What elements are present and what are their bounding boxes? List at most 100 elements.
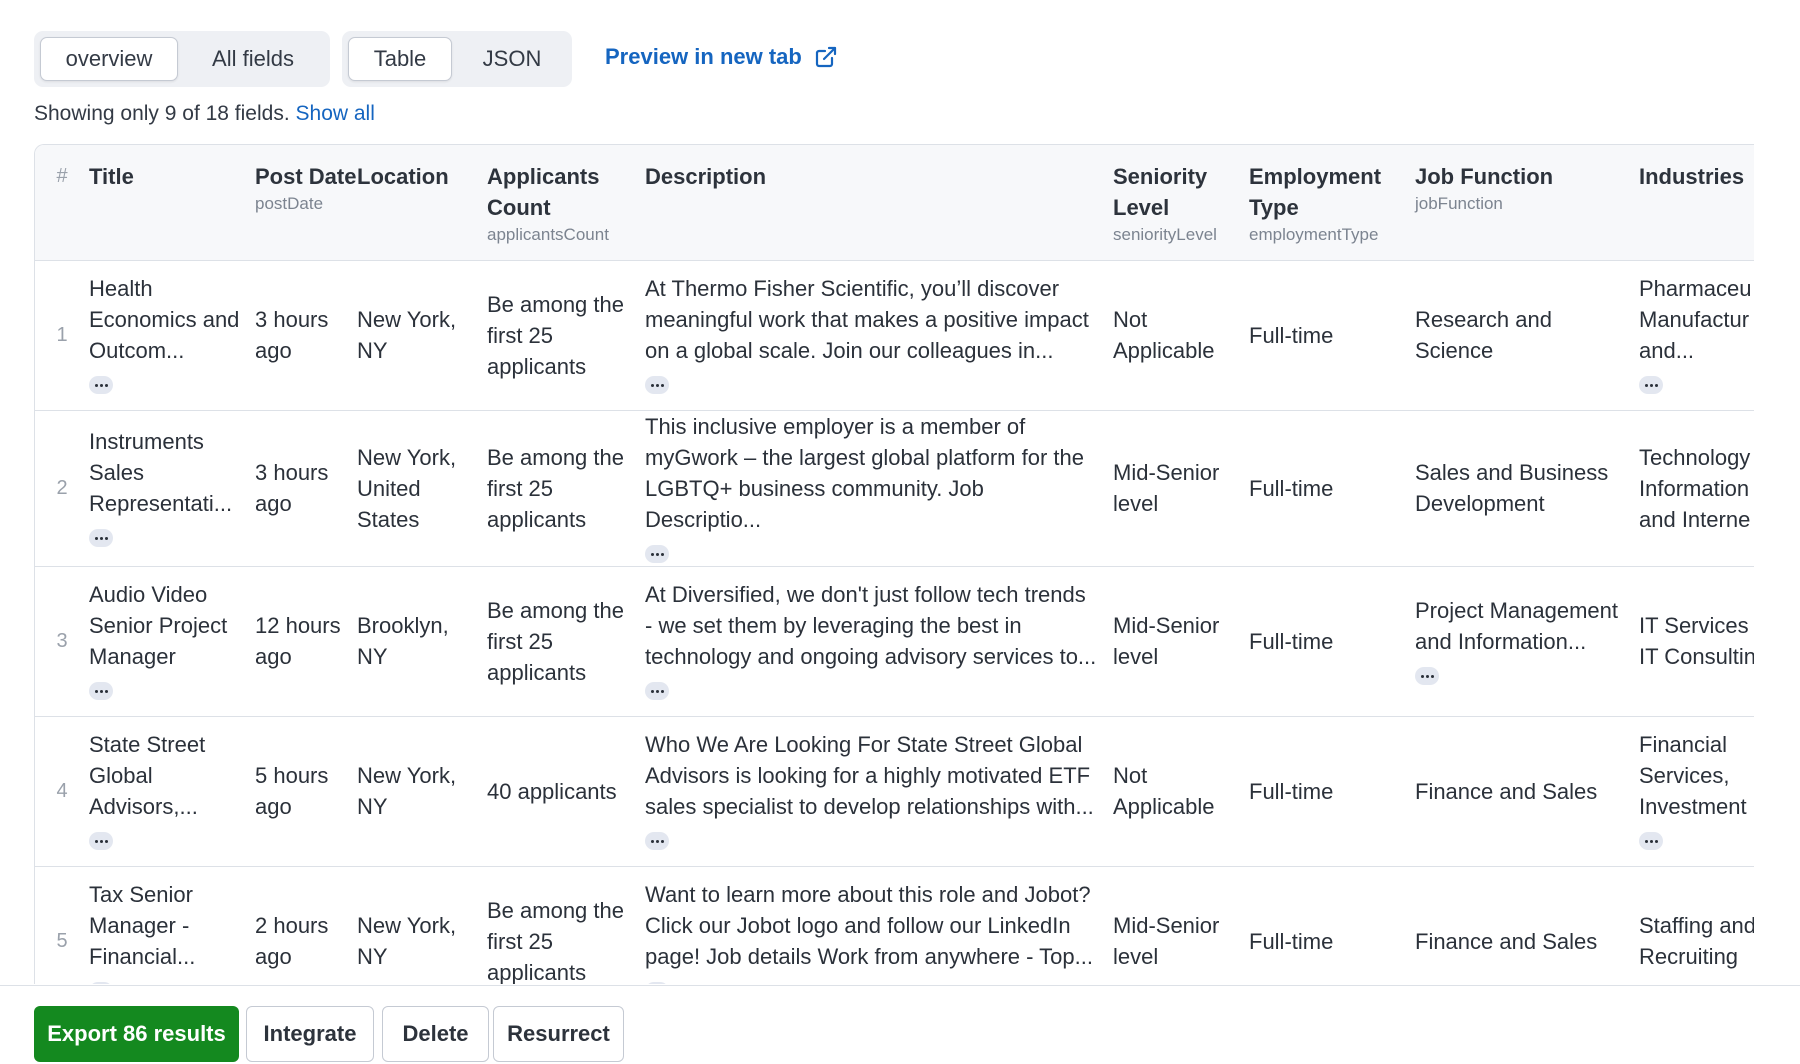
row-number-text: 1 (56, 323, 68, 346)
cell-applicants: Be among the first 25 applicants (487, 410, 645, 566)
table-row[interactable]: 3 Audio Video Senior Project Manager 12 ho… (35, 566, 1754, 716)
cell-post-date: 3 hours ago (255, 260, 357, 410)
cell-applicants-text: Be among the first 25 applicants (487, 597, 624, 685)
row-number: 5 (35, 866, 89, 984)
cell-job-function: Finance and Sales (1415, 866, 1639, 984)
row-number-text: 4 (56, 779, 68, 802)
expand-ellipsis-icon[interactable] (1415, 666, 1439, 685)
column-header-key: seniorityLevel (1113, 225, 1217, 244)
cell-post-date-text: 3 hours ago (255, 460, 329, 516)
cell-job-function-text: Finance and Sales (1415, 778, 1598, 804)
column-header-label: Applicants Count (487, 164, 600, 220)
column-header: # (35, 145, 89, 260)
cell-seniority-text: Not Applicable (1113, 307, 1215, 363)
view-tabs: overview All fields (34, 31, 330, 87)
tab-table[interactable]: Table (348, 37, 452, 81)
cell-location-text: New York, NY (357, 307, 457, 363)
show-all-link[interactable]: Show all (296, 102, 375, 125)
column-header-label: Job Function (1415, 164, 1554, 189)
column-header: Industries (1639, 145, 1754, 260)
table-row[interactable]: 5 Tax Senior Manager - Financial... 2 hour… (35, 866, 1754, 984)
column-header-key: postDate (255, 194, 324, 213)
expand-ellipsis-icon[interactable] (89, 682, 113, 701)
cell-job-function: Project Management and Information... (1415, 566, 1639, 716)
expand-ellipsis-icon[interactable] (1639, 376, 1663, 395)
expand-ellipsis-icon[interactable] (89, 832, 113, 851)
cell-industries-text: Pharmaceu​Manufactur and... (1639, 276, 1752, 363)
expand-ellipsis-icon[interactable] (89, 529, 113, 548)
cell-location: New York, NY (357, 866, 487, 984)
column-header: Job Function jobFunction (1415, 145, 1639, 260)
cell-post-date-text: 2 hours ago (255, 913, 329, 969)
delete-button[interactable]: Delete (382, 1006, 489, 1062)
column-header: Applicants Count applicantsCount (487, 145, 645, 260)
cell-applicants-text: 40 applicants (487, 778, 617, 804)
cell-seniority-text: Mid-Senior level (1113, 913, 1220, 969)
export-button[interactable]: Export 86 results (34, 1006, 239, 1062)
cell-job-function-text: Research and Science (1415, 307, 1552, 363)
column-header: Location (357, 145, 487, 260)
resurrect-button[interactable]: Resurrect (493, 1006, 624, 1062)
cell-job-function: Finance and Sales (1415, 716, 1639, 866)
cell-description: At Diversified, we don't just follow tec… (645, 566, 1113, 716)
cell-seniority: Mid-Senior level (1113, 866, 1249, 984)
row-number: 1 (35, 260, 89, 410)
cell-title: Instruments Sales Representati... (89, 410, 255, 566)
table-row[interactable]: 1 Health Economics and Outcom... 3 hours a… (35, 260, 1754, 410)
expand-ellipsis-icon[interactable] (645, 376, 669, 395)
cell-description: This inclusive employer is a member of m… (645, 410, 1113, 566)
cell-job-function: Sales and Business Development (1415, 410, 1639, 566)
cell-job-function-text: Project Management and Information... (1415, 597, 1618, 654)
tab-all-fields[interactable]: All fields (184, 37, 322, 81)
column-header-key: employmentType (1249, 225, 1379, 244)
tab-json[interactable]: JSON (458, 37, 566, 81)
row-number-text: 3 (56, 629, 68, 652)
cell-title-text: State Street Global Advisors,... (89, 732, 206, 819)
tab-overview[interactable]: overview (40, 37, 178, 81)
cell-post-date: 2 hours ago (255, 866, 357, 984)
cell-title-text: Audio Video Senior Project Manager (89, 582, 228, 669)
cell-title: Health Economics and Outcom... (89, 260, 255, 410)
cell-title: State Street Global Advisors,... (89, 716, 255, 866)
cell-applicants: Be among the first 25 applicants (487, 566, 645, 716)
expand-ellipsis-icon[interactable] (645, 832, 669, 851)
cell-industries-text: Staffing and Recruiting (1639, 913, 1754, 969)
table-row[interactable]: 2 Instruments Sales Representati... 3 hour… (35, 410, 1754, 566)
column-header: Post Date postDate (255, 145, 357, 260)
column-header: Seniority Level seniorityLevel (1113, 145, 1249, 260)
cell-location: Brooklyn, NY (357, 566, 487, 716)
expand-ellipsis-icon[interactable] (645, 682, 669, 701)
cell-industries: IT Services a IT Consultin (1639, 566, 1754, 716)
results-table: # Title Post Date postDate Location Applicant… (34, 144, 1754, 984)
expand-ellipsis-icon[interactable] (1639, 832, 1663, 851)
cell-location-text: New York, United States (357, 444, 457, 532)
column-header-label: Industries (1639, 164, 1745, 189)
cell-location-text: Brooklyn, NY (357, 613, 449, 669)
row-number: 3 (35, 566, 89, 716)
row-number-text: 2 (56, 476, 68, 499)
expand-ellipsis-icon[interactable] (645, 544, 669, 563)
cell-employment: Full-time (1249, 716, 1415, 866)
table-row[interactable]: 4 State Street Global Advisors,... 5 hours… (35, 716, 1754, 866)
table-body: 1 Health Economics and Outcom... 3 hours a… (35, 260, 1754, 984)
preview-link[interactable]: Preview in new tab (605, 44, 838, 70)
cell-employment-text: Full-time (1249, 778, 1334, 804)
expand-ellipsis-icon[interactable] (89, 376, 113, 395)
cell-seniority-text: Not Applicable (1113, 763, 1215, 819)
cell-title: Tax Senior Manager - Financial... (89, 866, 255, 984)
expand-ellipsis-icon[interactable] (89, 982, 113, 984)
cell-industries: Pharmaceu​Manufactur and... (1639, 260, 1754, 410)
fields-notice-text: Showing only 9 of 18 fields. (34, 102, 290, 125)
cell-applicants: Be among the first 25 applicants (487, 866, 645, 985)
cell-industries-text: Financial Services, Investment (1639, 732, 1747, 819)
expand-ellipsis-icon[interactable] (645, 982, 669, 984)
integrate-button[interactable]: Integrate (246, 1006, 374, 1062)
cell-applicants-text: Be among the first 25 applicants (487, 444, 624, 532)
column-header-label: # (56, 165, 68, 187)
cell-post-date: 3 hours ago (255, 410, 357, 566)
column-header-label: Employment Type (1249, 164, 1382, 220)
cell-employment: Full-time (1249, 410, 1415, 566)
cell-applicants: 40 applicants (487, 716, 645, 866)
cell-post-date: 12 hours ago (255, 566, 357, 716)
cell-description: Who We Are Looking For State Street Glob… (645, 716, 1113, 866)
